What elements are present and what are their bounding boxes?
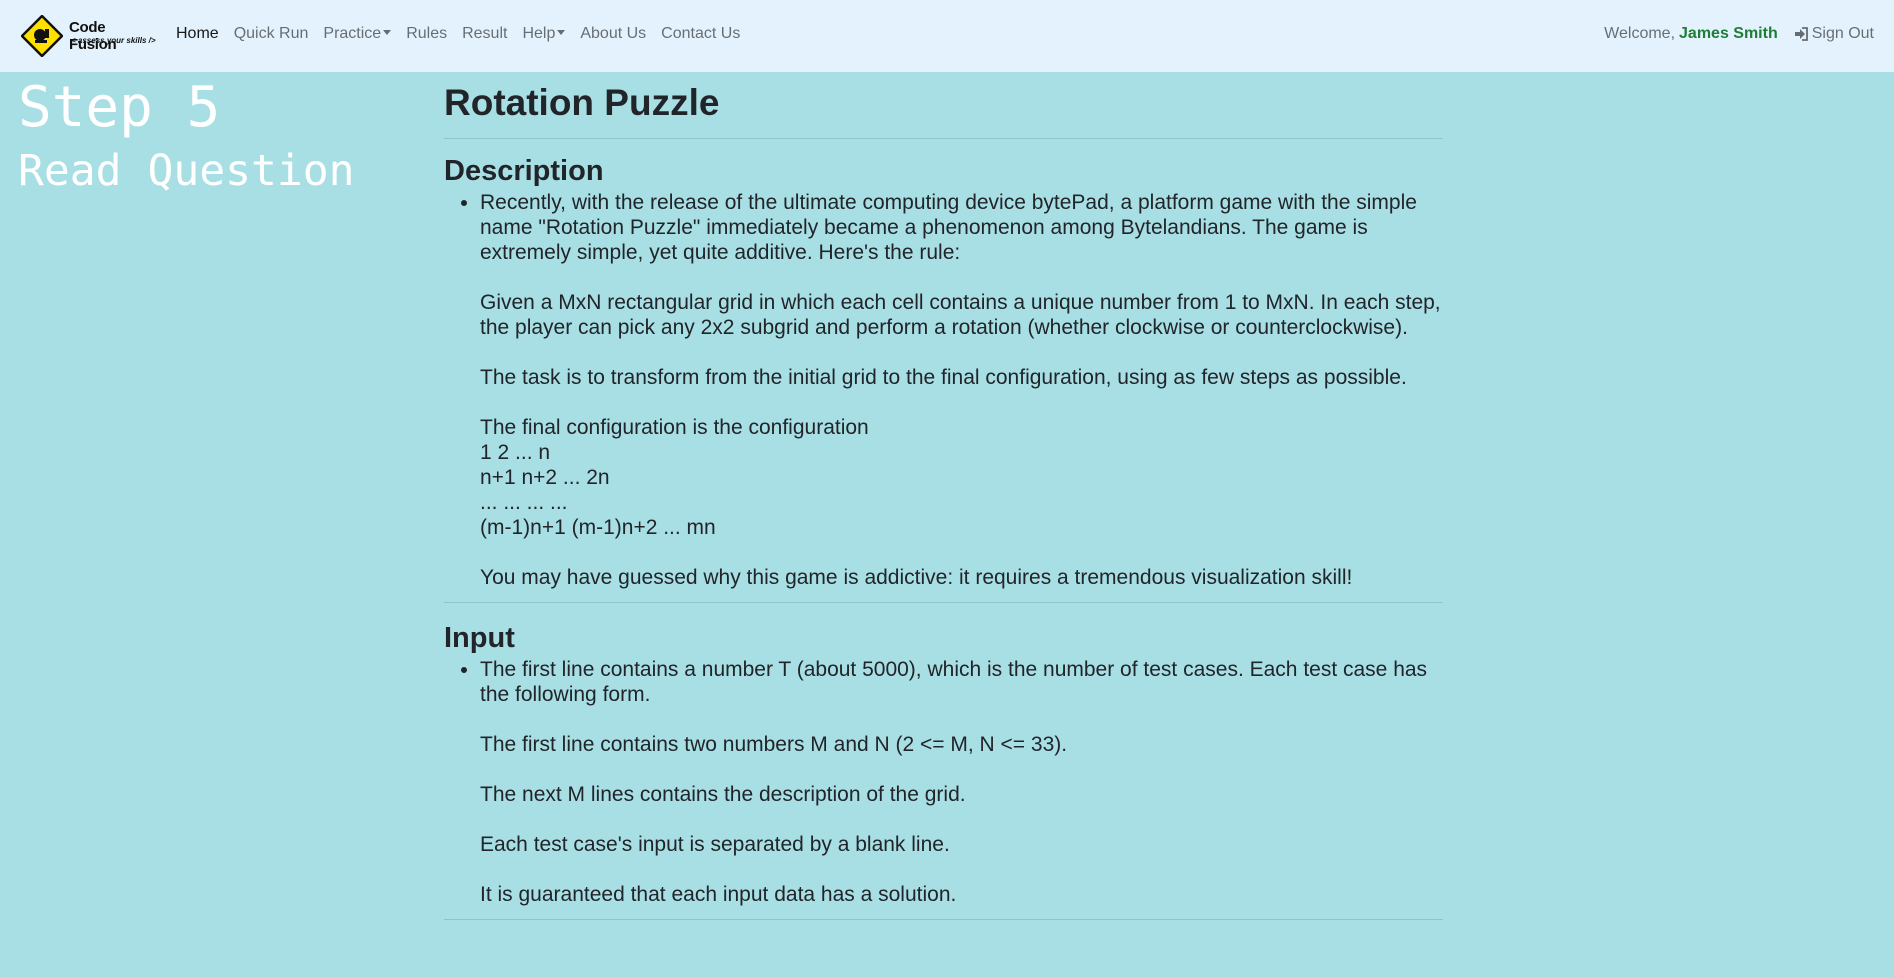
nav-result[interactable]: Result (462, 25, 507, 43)
nav-about-us[interactable]: About Us (580, 25, 646, 43)
input-heading: Input (444, 622, 515, 654)
description-item: Recently, with the release of the ultima… (480, 190, 1443, 590)
welcome-text: Welcome, (1604, 25, 1676, 42)
logo-diamond-icon (21, 15, 63, 57)
input-paragraph: The first line contains a number T (abou… (480, 658, 1428, 706)
description-paragraph: You may have guessed why this game is ad… (480, 566, 1353, 589)
description-paragraph: The task is to transform from the initia… (480, 366, 1407, 389)
nav-help[interactable]: Help (522, 25, 566, 43)
description-list: Recently, with the release of the ultima… (444, 190, 1443, 590)
step-title: Step 5 (18, 75, 221, 140)
brand-tagline: < assess your skills /> (71, 36, 156, 45)
nav-rules[interactable]: Rules (406, 25, 447, 43)
config-line: n+1 n+2 ... 2n (480, 466, 610, 489)
brand-logo[interactable]: Code Fusion < assess your skills /> (19, 13, 156, 57)
nav-contact-us[interactable]: Contact Us (661, 25, 740, 43)
username[interactable]: James Smith (1679, 25, 1778, 43)
input-section: Input The first line contains a number T… (444, 620, 1443, 920)
nav-practice[interactable]: Practice (323, 25, 392, 43)
description-heading: Description (444, 155, 604, 187)
sign-out-label: Sign Out (1811, 25, 1874, 42)
config-line: (m-1)n+1 (m-1)n+2 ... mn (480, 516, 716, 539)
step-subtitle: Read Question (18, 146, 355, 196)
input-paragraph: The first line contains two numbers M an… (480, 733, 1068, 756)
nav-home[interactable]: Home (176, 25, 219, 43)
description-section: Description Recently, with the release o… (444, 153, 1443, 603)
main-nav: Home Quick Run Practice Rules Result Hel… (176, 25, 755, 43)
input-list: The first line contains a number T (abou… (444, 657, 1443, 907)
navbar: Code Fusion < assess your skills /> Home… (0, 0, 1894, 72)
config-line: 1 2 ... n (480, 441, 551, 464)
sign-out-link[interactable]: Sign Out (1794, 25, 1874, 43)
caret-down-icon (557, 30, 566, 35)
input-paragraph: The next M lines contains the descriptio… (480, 783, 966, 806)
sign-in-icon (1794, 27, 1808, 41)
input-item: The first line contains a number T (abou… (480, 657, 1443, 907)
final-configuration: The final configuration is the configura… (480, 415, 1443, 540)
final-config-label: The final configuration is the configura… (480, 416, 869, 439)
nav-practice-label: Practice (323, 25, 382, 42)
problem-content: Rotation Puzzle Description Recently, wi… (444, 80, 1443, 937)
description-paragraph: Recently, with the release of the ultima… (480, 191, 1417, 264)
input-paragraph: It is guaranteed that each input data ha… (480, 883, 957, 906)
description-paragraph: Given a MxN rectangular grid in which ea… (480, 291, 1441, 339)
caret-down-icon (383, 30, 392, 35)
user-area: Welcome, James Smith Sign Out (1604, 25, 1874, 43)
config-line: ... ... ... ... (480, 491, 568, 514)
problem-title: Rotation Puzzle (444, 80, 1443, 139)
nav-help-label: Help (522, 25, 556, 42)
nav-quick-run[interactable]: Quick Run (234, 25, 309, 43)
input-paragraph: Each test case's input is separated by a… (480, 833, 950, 856)
